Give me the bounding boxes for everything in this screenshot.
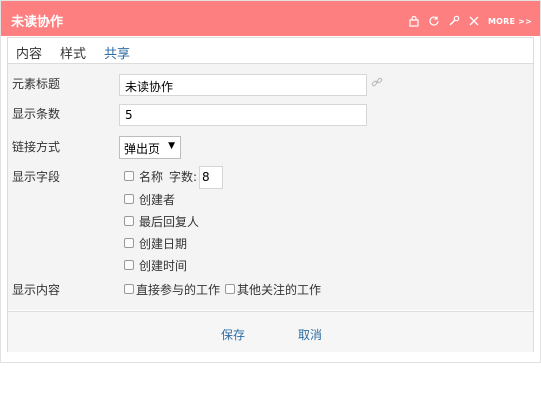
field-creator-checkbox[interactable] xyxy=(124,194,134,204)
tab-style[interactable]: 样式 xyxy=(60,43,86,62)
char-count-label: 字数: xyxy=(169,170,198,184)
settings-form: 元素标题 未读协作 显示条数 5 链接方式 弹出页 ▼ 显示字段 名称 字数: … xyxy=(8,64,533,310)
tab-share[interactable]: 共享 xyxy=(104,43,130,62)
field-created-date-checkbox[interactable] xyxy=(124,238,134,248)
title-bar: 未读协作 MORE >> xyxy=(1,1,540,36)
portlet-settings-window: 未读协作 MORE >> 内容 样式 共享 元素标题 未读协作 显示条数 5 链… xyxy=(0,0,541,363)
link-mode-selected: 弹出页 xyxy=(124,142,161,156)
element-title-input[interactable]: 未读协作 xyxy=(119,74,367,96)
cancel-button[interactable]: 取消 xyxy=(298,326,322,343)
field-last-replier-checkbox[interactable] xyxy=(124,216,134,226)
lock-icon[interactable] xyxy=(408,15,420,27)
title-toolbar: MORE >> xyxy=(408,15,532,27)
other-followed-label: 其他关注的工作 xyxy=(237,283,322,297)
field-last-replier-label: 最后回复人 xyxy=(139,215,200,229)
display-count-label: 显示条数 xyxy=(12,107,61,121)
dialog-footer: 保存 取消 xyxy=(8,311,533,352)
direct-participation-checkbox[interactable] xyxy=(124,284,134,294)
display-fields-label: 显示字段 xyxy=(12,170,61,184)
field-created-time-label: 创建时间 xyxy=(139,259,188,273)
settings-body: 内容 样式 共享 元素标题 未读协作 显示条数 5 链接方式 弹出页 ▼ 显示字… xyxy=(7,37,534,352)
link-icon[interactable] xyxy=(371,76,383,88)
field-created-time-checkbox[interactable] xyxy=(124,260,134,270)
field-created-date-label: 创建日期 xyxy=(139,237,188,251)
save-button[interactable]: 保存 xyxy=(221,326,245,343)
window-title: 未读协作 xyxy=(11,15,64,30)
char-count-input[interactable]: 8 xyxy=(199,166,223,189)
element-title-label: 元素标题 xyxy=(12,77,61,91)
display-content-label: 显示内容 xyxy=(12,283,61,297)
link-mode-label: 链接方式 xyxy=(12,140,61,154)
more-link[interactable]: MORE >> xyxy=(488,17,532,26)
dropdown-arrow-icon: ▼ xyxy=(168,141,175,151)
other-followed-checkbox[interactable] xyxy=(225,284,235,294)
settings-wrench-icon[interactable] xyxy=(448,15,460,27)
tab-content[interactable]: 内容 xyxy=(16,43,42,62)
tab-bar: 内容 样式 共享 xyxy=(8,38,533,64)
field-creator-label: 创建者 xyxy=(139,193,176,207)
field-name-label: 名称 xyxy=(139,170,164,184)
refresh-icon[interactable] xyxy=(428,15,440,27)
field-name-checkbox[interactable] xyxy=(124,171,134,181)
link-mode-select[interactable]: 弹出页 ▼ xyxy=(119,136,181,159)
close-icon[interactable] xyxy=(468,15,480,27)
display-count-input[interactable]: 5 xyxy=(119,104,367,126)
direct-participation-label: 直接参与的工作 xyxy=(136,283,221,297)
